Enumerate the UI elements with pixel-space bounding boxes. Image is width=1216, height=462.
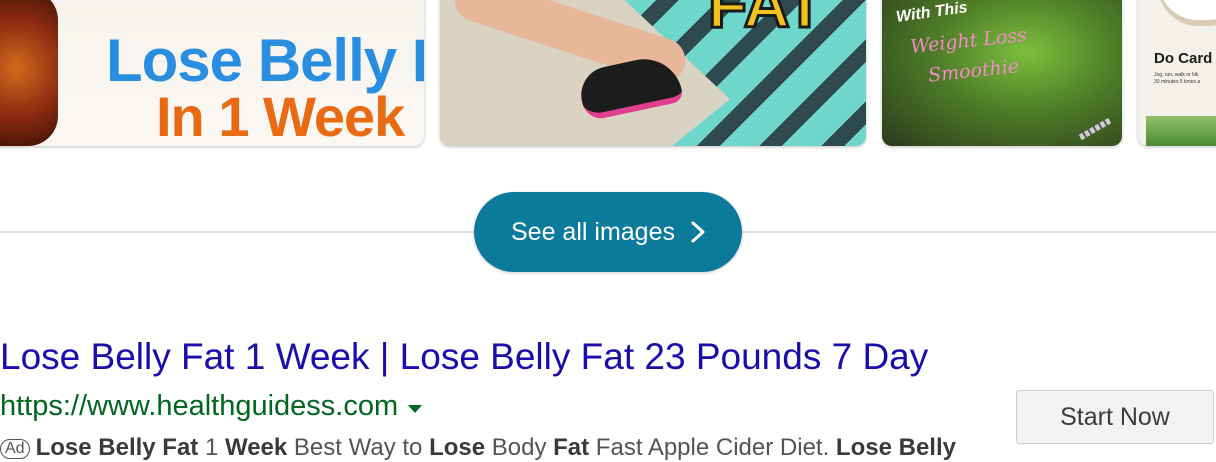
snippet-text: 1 <box>198 434 225 461</box>
ad-badge: Ad <box>0 438 30 459</box>
image-carousel: Lose Belly F In 1 Week FAT With This Wei… <box>0 0 1216 150</box>
thumbnail-caption: Smoothie <box>927 55 1021 87</box>
see-all-images-label: See all images <box>511 217 675 246</box>
image-thumbnail-lose-belly-fat[interactable]: Lose Belly F In 1 Week <box>0 0 424 146</box>
image-thumbnail-smoothie[interactable]: With This Weight Loss Smoothie <box>882 0 1122 146</box>
thumbnail-caption: Weight Loss <box>909 23 1028 59</box>
thumbnail-caption-line: 30 minutes 5 times a <box>1154 79 1201 85</box>
snippet-bold: Lose <box>429 434 486 461</box>
ad-snippet: Ad Lose Belly Fat 1 Week Best Way to Lose… <box>0 434 956 462</box>
thumbnail-subheadline: In 1 Week <box>156 85 405 146</box>
thumbnail-headline: Do Card <box>1154 50 1213 67</box>
start-now-button[interactable]: Start Now <box>1016 390 1214 444</box>
thumbnail-caption: With This <box>895 0 969 26</box>
image-thumbnail-exercise[interactable]: FAT <box>440 0 866 146</box>
thumbnail-headline: FAT <box>706 0 825 43</box>
image-thumbnail-cardio[interactable]: Do Card Jog, run, walk or bik 30 minutes… <box>1138 0 1216 146</box>
snippet-bold: Fat <box>553 434 590 461</box>
chevron-right-icon <box>691 221 705 243</box>
snippet-bold: Week <box>224 434 288 461</box>
dropdown-caret-icon[interactable] <box>408 404 423 413</box>
snippet-bold: Lose Belly <box>835 434 956 461</box>
straw-image <box>1078 117 1112 141</box>
bowl-image <box>1158 0 1216 26</box>
ad-url-link[interactable]: https://www.healthguidess.com <box>0 390 398 423</box>
grass-image <box>1146 116 1216 146</box>
snippet-text: Body <box>485 434 554 461</box>
snippet-text: Fast Apple Cider Diet. <box>589 434 836 461</box>
snippet-bold: Lose Belly Fat <box>35 434 199 461</box>
ad-url-row: https://www.healthguidess.com <box>0 390 423 423</box>
snippet-text: Best Way to <box>287 434 430 461</box>
thumbnail-caption-line: Jog, run, walk or bik <box>1154 72 1199 78</box>
ad-title-link[interactable]: Lose Belly Fat 1 Week | Lose Belly Fat 2… <box>0 336 928 378</box>
see-all-images-button[interactable]: See all images <box>474 192 742 272</box>
thumbnail-caption: Jog, run, walk or bik 30 minutes 5 times… <box>1154 72 1200 86</box>
iced-tea-jar-image <box>0 0 58 146</box>
